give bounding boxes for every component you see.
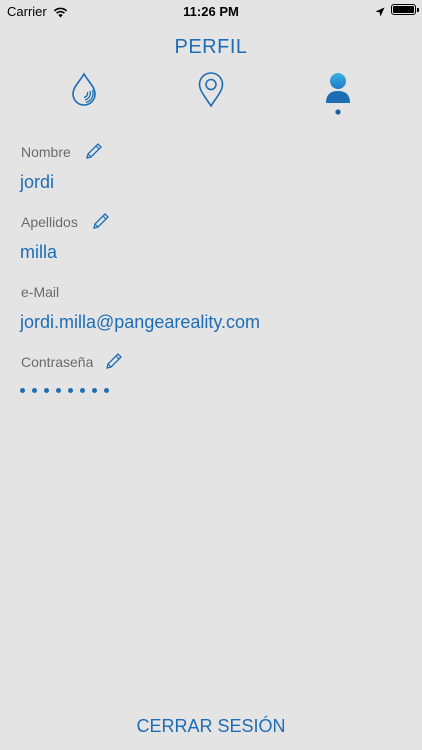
- status-right: [375, 4, 419, 16]
- user-icon: [326, 73, 350, 115]
- password-dot: [44, 388, 49, 393]
- location-arrow-icon: [375, 5, 385, 16]
- tab-location[interactable]: [197, 72, 225, 108]
- apellidos-value[interactable]: milla: [20, 242, 57, 263]
- password-dot: [20, 388, 25, 393]
- password-dot: [80, 388, 85, 393]
- water-drop-icon: [72, 72, 96, 106]
- password-value[interactable]: [20, 388, 109, 393]
- nombre-value[interactable]: jordi: [20, 172, 54, 193]
- battery-icon: [391, 4, 419, 15]
- nombre-label: Nombre: [21, 144, 71, 160]
- status-time: 11:26 PM: [183, 4, 239, 19]
- edit-nombre-pencil-icon[interactable]: [85, 142, 103, 160]
- tab-water[interactable]: [70, 72, 98, 106]
- tab-profile[interactable]: [322, 72, 354, 118]
- email-label: e-Mail: [21, 284, 60, 300]
- status-bar: Carrier 11:26 PM: [0, 0, 422, 22]
- edit-apellidos-pencil-icon[interactable]: [92, 212, 110, 230]
- password-dot: [56, 388, 61, 393]
- password-dot: [92, 388, 97, 393]
- email-value[interactable]: jordi.milla@pangeareality.com: [20, 312, 260, 333]
- password-label: Contraseña: [21, 354, 94, 370]
- edit-password-pencil-icon[interactable]: [105, 352, 123, 370]
- page-title: PERFIL: [174, 36, 248, 58]
- logout-button[interactable]: CERRAR SESIÓN: [0, 716, 422, 737]
- password-dot: [68, 388, 73, 393]
- password-dot: [32, 388, 37, 393]
- password-dot: [104, 388, 109, 393]
- map-pin-icon: [198, 72, 224, 108]
- apellidos-label: Apellidos: [21, 214, 78, 230]
